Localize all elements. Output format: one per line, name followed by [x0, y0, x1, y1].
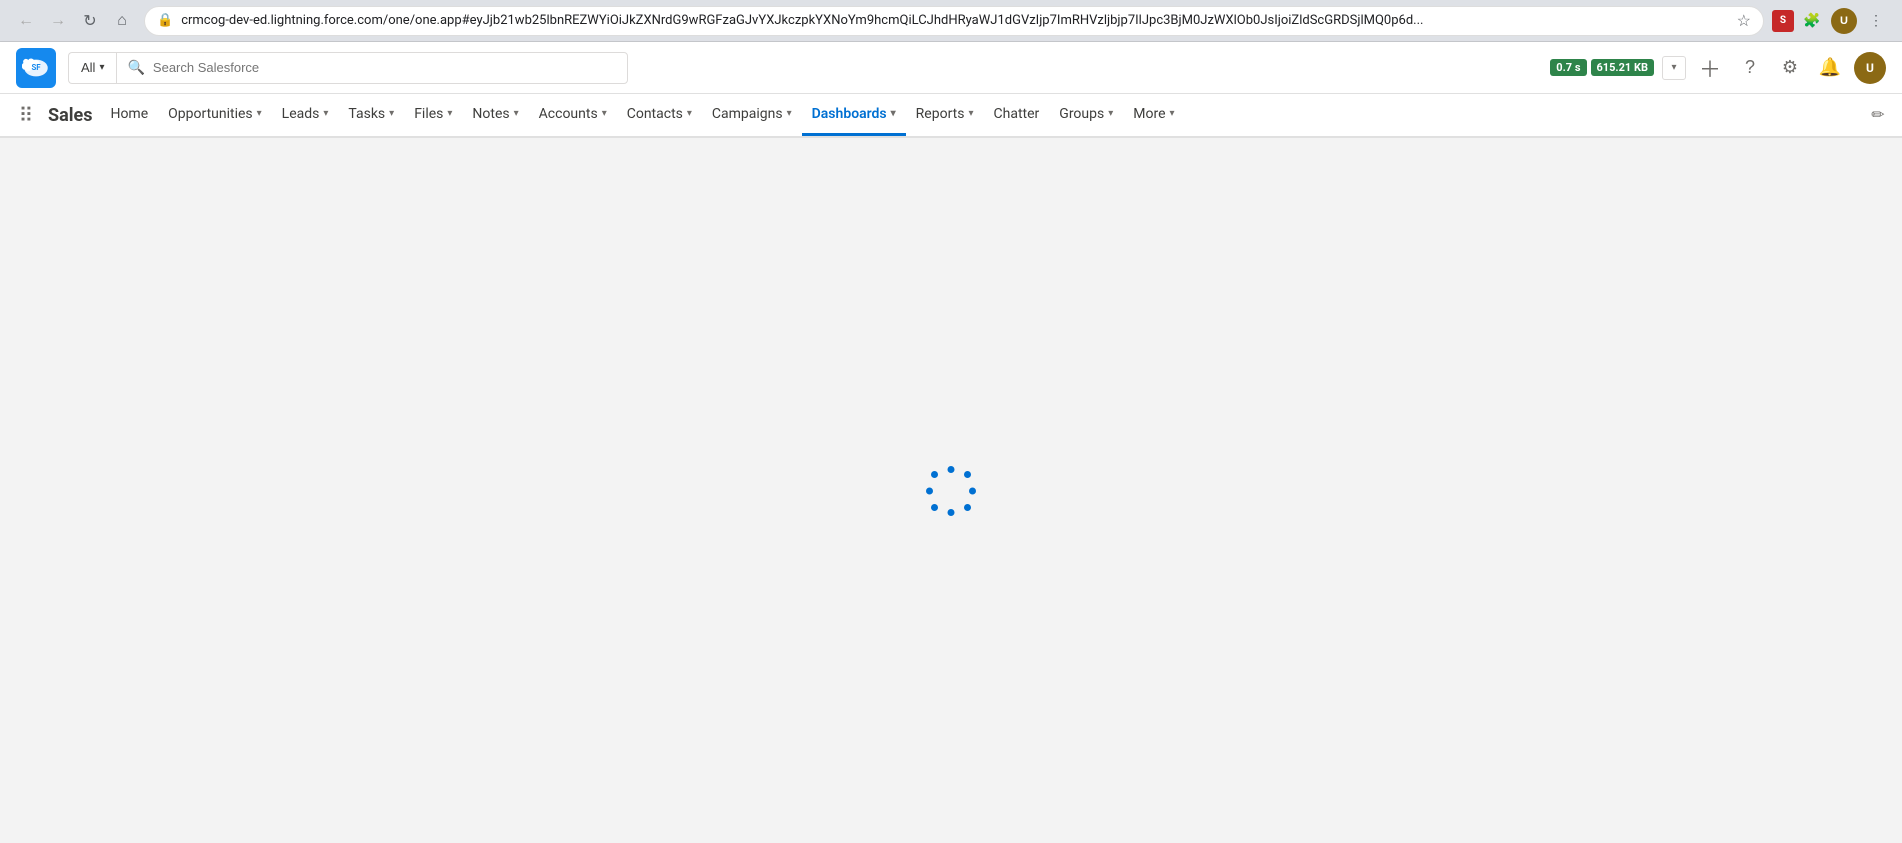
profile-button[interactable]: U	[1830, 7, 1858, 35]
sf-header-right: 0.7 s 615.21 KB ▾ ＋ ? ⚙ 🔔 U	[1550, 52, 1886, 84]
nav-label-accounts: Accounts	[539, 106, 598, 122]
app-name: Sales	[48, 105, 92, 126]
grid-icon: ⠿	[19, 103, 34, 128]
nav-item-accounts[interactable]: Accounts ▾	[529, 94, 617, 136]
search-input-wrapper: 🔍	[116, 52, 628, 84]
leads-chevron-icon: ▾	[323, 108, 328, 119]
search-container: All ▾ 🔍	[68, 52, 628, 84]
nav-label-groups: Groups	[1059, 106, 1104, 122]
svg-text:SF: SF	[31, 62, 41, 71]
search-icon: 🔍	[127, 60, 144, 76]
groups-chevron-icon: ▾	[1108, 108, 1113, 119]
spinner-dot-8	[931, 471, 938, 478]
sf-header: SF All ▾ 🔍 0.7 s 615.21 KB ▾ ＋ ? ⚙ 🔔 U	[0, 42, 1902, 94]
nav-label-notes: Notes	[472, 106, 509, 122]
perf-time-badge: 0.7 s	[1550, 59, 1586, 76]
extension-icon[interactable]: S	[1772, 10, 1794, 32]
opportunities-chevron-icon: ▾	[257, 108, 262, 119]
home-button[interactable]: ⌂	[108, 7, 136, 35]
sf-nav: ⠿ Sales Home Opportunities ▾ Leads ▾ Tas…	[0, 94, 1902, 138]
main-content	[0, 138, 1902, 843]
nav-label-dashboards: Dashboards	[812, 106, 887, 122]
nav-item-reports[interactable]: Reports ▾	[906, 94, 984, 136]
notes-chevron-icon: ▾	[514, 108, 519, 119]
nav-item-tasks[interactable]: Tasks ▾	[338, 94, 404, 136]
nav-item-home[interactable]: Home	[100, 94, 158, 136]
user-avatar-browser: U	[1831, 8, 1857, 34]
nav-item-notes[interactable]: Notes ▾	[462, 94, 528, 136]
accounts-chevron-icon: ▾	[602, 108, 607, 119]
filter-chevron-icon: ▾	[99, 62, 104, 73]
back-button[interactable]: ←	[12, 7, 40, 35]
add-button[interactable]: ＋	[1694, 52, 1726, 84]
lock-icon: 🔒	[157, 13, 173, 28]
nav-item-chatter[interactable]: Chatter	[984, 94, 1050, 136]
spinner-dot-2	[964, 471, 971, 478]
dashboards-chevron-icon: ▾	[891, 108, 896, 119]
search-filter-label: All	[81, 60, 95, 75]
reload-button[interactable]: ↻	[76, 7, 104, 35]
nav-label-tasks: Tasks	[348, 106, 385, 122]
nav-item-groups[interactable]: Groups ▾	[1049, 94, 1123, 136]
nav-item-files[interactable]: Files ▾	[404, 94, 462, 136]
nav-items: Home Opportunities ▾ Leads ▾ Tasks ▾ Fil…	[100, 94, 1862, 136]
nav-item-leads[interactable]: Leads ▾	[272, 94, 339, 136]
spinner-dot-4	[964, 504, 971, 511]
spinner-dot-1	[948, 466, 955, 473]
nav-edit-button[interactable]: ✏	[1862, 99, 1894, 131]
browser-chrome: ← → ↻ ⌂ 🔒 crmcog-dev-ed.lightning.force.…	[0, 0, 1902, 42]
url-text: crmcog-dev-ed.lightning.force.com/one/on…	[181, 13, 1728, 28]
tasks-chevron-icon: ▾	[389, 108, 394, 119]
spinner-dot-6	[931, 504, 938, 511]
app-launcher-button[interactable]: ⠿	[8, 97, 44, 133]
search-filter-button[interactable]: All ▾	[68, 52, 116, 84]
browser-nav-buttons: ← → ↻ ⌂	[12, 7, 136, 35]
contacts-chevron-icon: ▾	[687, 108, 692, 119]
nav-label-chatter: Chatter	[994, 106, 1040, 122]
nav-item-dashboards[interactable]: Dashboards ▾	[802, 94, 906, 136]
nav-item-more[interactable]: More ▾	[1123, 94, 1184, 136]
nav-label-more: More	[1133, 106, 1165, 122]
extensions-button[interactable]: 🧩	[1798, 7, 1826, 35]
user-avatar[interactable]: U	[1854, 52, 1886, 84]
performance-badges: 0.7 s 615.21 KB	[1550, 59, 1654, 76]
loading-spinner	[926, 466, 976, 516]
perf-dropdown-button[interactable]: ▾	[1662, 56, 1686, 80]
nav-label-leads: Leads	[282, 106, 320, 122]
nav-item-contacts[interactable]: Contacts ▾	[617, 94, 702, 136]
help-button[interactable]: ?	[1734, 52, 1766, 84]
nav-label-campaigns: Campaigns	[712, 106, 783, 122]
campaigns-chevron-icon: ▾	[787, 108, 792, 119]
nav-label-opportunities: Opportunities	[168, 106, 253, 122]
settings-button[interactable]: ⚙	[1774, 52, 1806, 84]
nav-label-files: Files	[414, 106, 443, 122]
files-chevron-icon: ▾	[447, 108, 452, 119]
nav-label-contacts: Contacts	[627, 106, 683, 122]
notifications-button[interactable]: 🔔	[1814, 52, 1846, 84]
forward-button[interactable]: →	[44, 7, 72, 35]
perf-size-badge: 615.21 KB	[1591, 59, 1655, 76]
nav-item-opportunities[interactable]: Opportunities ▾	[158, 94, 272, 136]
salesforce-logo[interactable]: SF	[16, 48, 56, 88]
more-chevron-icon: ▾	[1170, 108, 1175, 119]
spinner-dot-5	[948, 509, 955, 516]
nav-item-campaigns[interactable]: Campaigns ▾	[702, 94, 802, 136]
browser-menu-button[interactable]: ⋮	[1862, 7, 1890, 35]
browser-right-icons: S 🧩 U ⋮	[1772, 7, 1890, 35]
address-bar[interactable]: 🔒 crmcog-dev-ed.lightning.force.com/one/…	[144, 6, 1764, 36]
search-input[interactable]	[153, 60, 617, 75]
bookmark-icon[interactable]: ☆	[1737, 11, 1751, 30]
spinner-dot-3	[969, 487, 976, 494]
reports-chevron-icon: ▾	[968, 108, 973, 119]
nav-label-reports: Reports	[916, 106, 965, 122]
nav-label-home: Home	[110, 106, 148, 122]
spinner-dot-7	[926, 487, 933, 494]
